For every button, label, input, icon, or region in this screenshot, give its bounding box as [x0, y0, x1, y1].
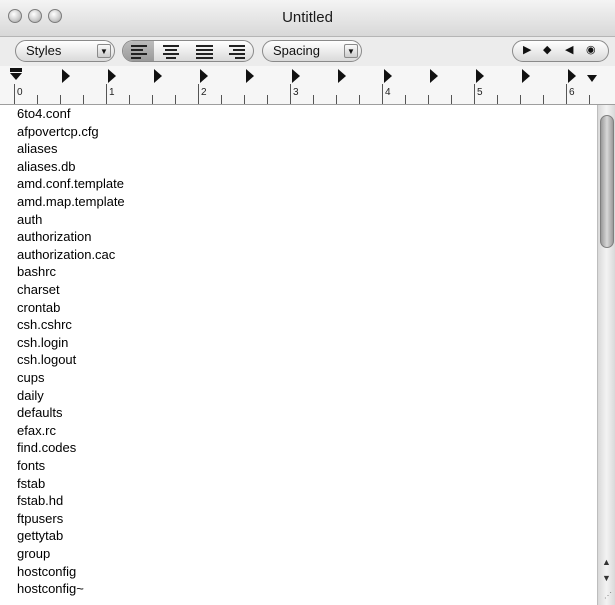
tab-stop[interactable] [430, 69, 438, 83]
ruler-number: 2 [201, 87, 207, 98]
ruler-number: 0 [17, 87, 23, 98]
text-line[interactable]: ftpusers [17, 510, 63, 527]
text-line[interactable]: csh.cshrc [17, 316, 72, 333]
title-bar[interactable]: Untitled [0, 0, 615, 37]
text-line[interactable]: authorization.cac [17, 246, 115, 263]
vertical-scrollbar[interactable]: ▲ ▼ ⋰ [597, 105, 615, 605]
tab-stop[interactable] [522, 69, 530, 83]
left-tab-icon[interactable]: ▶ [523, 43, 531, 56]
text-edit-window: Untitled Styles ▼ Spacing ▼ ▶ ◆ ◀ ◉ 0 1 … [0, 0, 615, 605]
left-indent-marker[interactable] [10, 73, 22, 80]
ruler-number: 5 [477, 87, 483, 98]
text-line[interactable]: afpovertcp.cfg [17, 123, 99, 140]
center-tab-icon[interactable]: ◆ [543, 43, 551, 56]
text-line[interactable]: csh.login [17, 334, 68, 351]
decimal-tab-icon[interactable]: ◉ [586, 43, 596, 56]
tab-stop[interactable] [108, 69, 116, 83]
scroll-down-arrow-icon[interactable]: ▼ [602, 573, 611, 583]
ruler-number: 6 [569, 87, 575, 98]
text-line[interactable]: gettytab [17, 527, 63, 544]
styles-label: Styles [26, 43, 62, 58]
tab-stop[interactable] [292, 69, 300, 83]
text-line[interactable]: hostconfig [17, 563, 76, 580]
text-line[interactable]: bashrc [17, 263, 56, 280]
text-line[interactable]: fstab.hd [17, 492, 63, 509]
tab-stop[interactable] [246, 69, 254, 83]
styles-popup[interactable]: Styles ▼ [15, 40, 115, 62]
text-line[interactable]: amd.map.template [17, 193, 125, 210]
chevron-down-icon: ▼ [97, 44, 111, 58]
right-tab-icon[interactable]: ◀ [565, 43, 573, 56]
scroll-thumb[interactable] [600, 115, 614, 248]
ruler-number: 4 [385, 87, 391, 98]
chevron-down-icon: ▼ [344, 44, 358, 58]
text-line[interactable]: 6to4.conf [17, 105, 71, 122]
text-line[interactable]: amd.conf.template [17, 175, 124, 192]
tab-stop[interactable] [200, 69, 208, 83]
tab-stop[interactable] [568, 69, 576, 83]
align-center-button[interactable] [156, 41, 187, 61]
text-line[interactable]: hostconfig~ [17, 580, 84, 597]
text-line[interactable]: aliases [17, 140, 57, 157]
text-line[interactable]: daily [17, 387, 44, 404]
text-line[interactable]: efax.rc [17, 422, 56, 439]
spacing-label: Spacing [273, 43, 320, 58]
text-line[interactable]: defaults [17, 404, 63, 421]
text-line[interactable]: aliases.db [17, 158, 76, 175]
document-text-area[interactable]: 6to4.conf afpovertcp.cfg aliases aliases… [0, 105, 597, 605]
text-line[interactable]: fstab [17, 475, 45, 492]
text-line[interactable]: auth [17, 211, 42, 228]
text-line[interactable]: authorization [17, 228, 91, 245]
align-right-button[interactable] [222, 41, 253, 61]
text-line[interactable]: find.codes [17, 439, 76, 456]
text-line[interactable]: fonts [17, 457, 45, 474]
tab-stops-control: ▶ ◆ ◀ ◉ [512, 40, 609, 62]
tab-stop[interactable] [476, 69, 484, 83]
align-justify-button[interactable] [189, 41, 220, 61]
ruler-number: 1 [109, 87, 115, 98]
format-toolbar: Styles ▼ Spacing ▼ ▶ ◆ ◀ ◉ [0, 36, 615, 66]
text-line[interactable]: charset [17, 281, 60, 298]
ruler[interactable]: 0 1 2 3 4 5 6 [0, 66, 615, 105]
tab-stop[interactable] [154, 69, 162, 83]
first-line-indent-marker[interactable] [10, 68, 22, 72]
tab-stop[interactable] [384, 69, 392, 83]
align-left-button[interactable] [123, 41, 154, 61]
text-line[interactable]: crontab [17, 299, 60, 316]
text-line[interactable]: csh.logout [17, 351, 76, 368]
right-margin-marker[interactable] [587, 75, 597, 82]
text-line[interactable]: group [17, 545, 50, 562]
spacing-popup[interactable]: Spacing ▼ [262, 40, 362, 62]
resize-grip-icon[interactable]: ⋰ [604, 591, 612, 600]
scroll-up-arrow-icon[interactable]: ▲ [602, 557, 611, 567]
window-title: Untitled [282, 9, 333, 26]
tab-stop[interactable] [338, 69, 346, 83]
tab-stop[interactable] [62, 69, 70, 83]
alignment-segmented-control [122, 40, 254, 62]
text-line[interactable]: cups [17, 369, 44, 386]
ruler-number: 3 [293, 87, 299, 98]
